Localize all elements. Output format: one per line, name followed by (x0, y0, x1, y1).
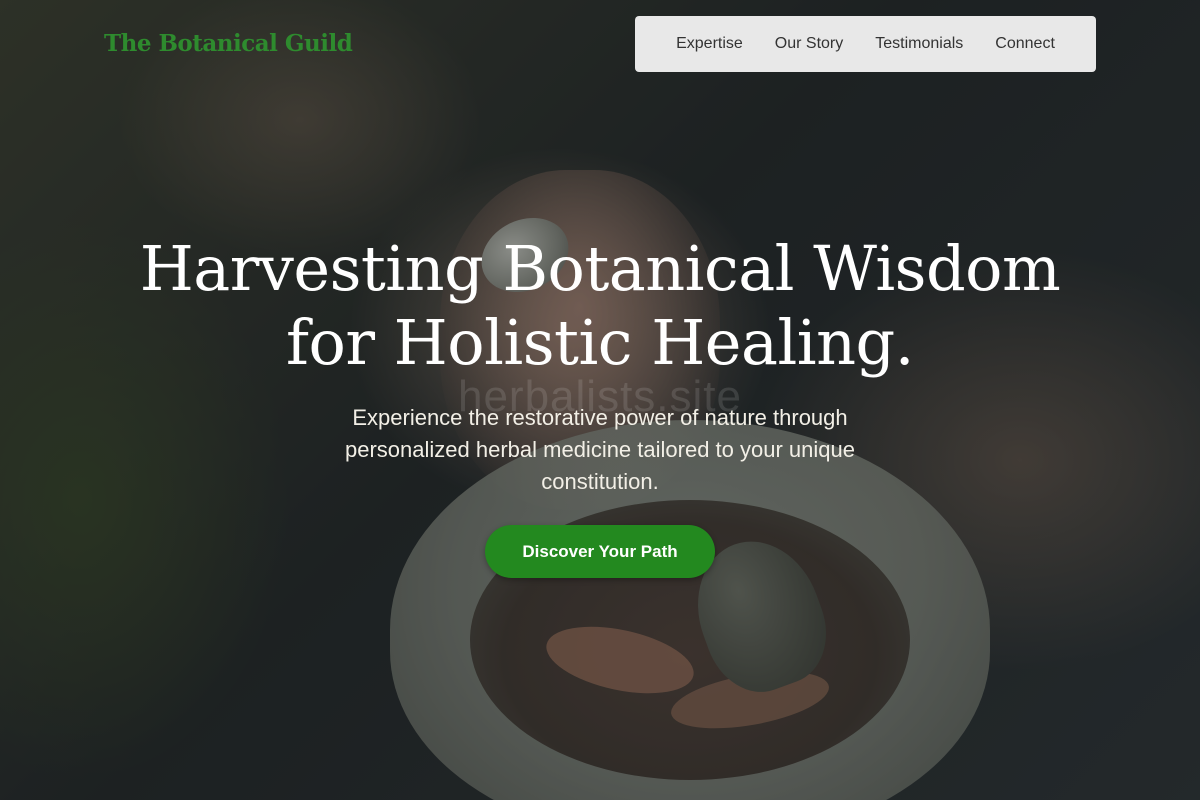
hero-headline: Harvesting Botanical Wisdom for Holistic… (0, 232, 1200, 380)
hero-headline-line2: for Holistic Healing. (286, 306, 914, 379)
site-logo[interactable]: The Botanical Guild (104, 30, 353, 57)
discover-path-button[interactable]: Discover Your Path (485, 525, 715, 578)
hero-headline-line1: Harvesting Botanical Wisdom (139, 232, 1061, 305)
hero-subtitle: Experience the restorative power of natu… (345, 405, 855, 494)
nav-link-expertise[interactable]: Expertise (676, 35, 743, 53)
main-nav: Expertise Our Story Testimonials Connect (635, 16, 1096, 72)
nav-link-our-story[interactable]: Our Story (775, 35, 843, 53)
nav-link-connect[interactable]: Connect (995, 35, 1055, 53)
nav-link-testimonials[interactable]: Testimonials (875, 35, 963, 53)
